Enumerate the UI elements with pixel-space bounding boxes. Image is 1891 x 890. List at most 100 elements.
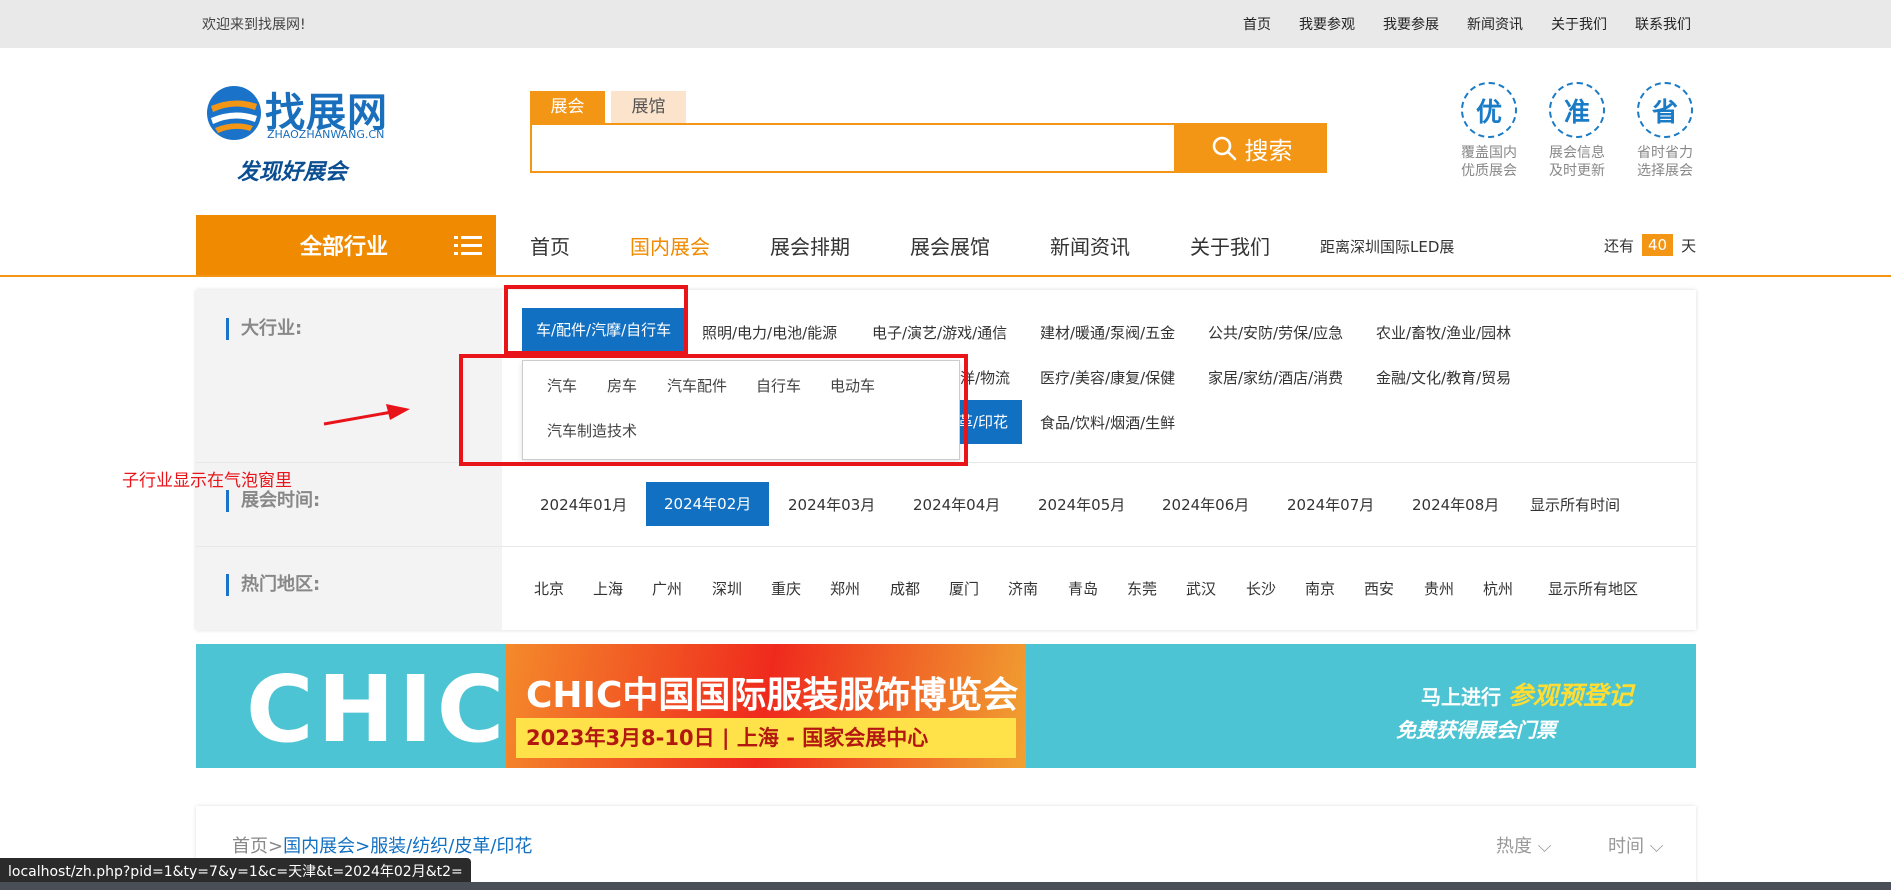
banner-cta-sub: 免费获得展会门票 bbox=[1396, 718, 1556, 742]
industry-label: 大行业: bbox=[226, 318, 302, 340]
region-item[interactable]: 长沙 bbox=[1246, 578, 1276, 599]
badge-save-line1: 省时省力 bbox=[1637, 145, 1693, 161]
main-nav: 首页 国内展会 展会排期 展会展馆 新闻资讯 关于我们 bbox=[530, 215, 1330, 275]
search-tabs: 展会 展馆 bbox=[530, 91, 686, 123]
list-menu-icon bbox=[454, 236, 482, 255]
banner-date-venue: 2023年3月8-10日 | 上海 - 国家会展中心 bbox=[526, 726, 929, 750]
badge-accurate-icon: 准 bbox=[1549, 82, 1605, 138]
badge-save-line2: 选择展会 bbox=[1637, 163, 1693, 179]
top-link-news[interactable]: 新闻资讯 bbox=[1467, 14, 1523, 34]
nav-about[interactable]: 关于我们 bbox=[1190, 231, 1270, 260]
annotation-text: 子行业显示在气泡窗里 bbox=[122, 471, 292, 491]
industry-home[interactable]: 家居/家纺/酒店/消费 bbox=[1208, 367, 1343, 388]
bottom-edge bbox=[0, 882, 1891, 890]
nav-home[interactable]: 首页 bbox=[530, 231, 570, 260]
browser-status-bar: localhost/zh.php?pid=1&ty=7&y=1&c=天津&t=2… bbox=[0, 858, 471, 882]
sort-time[interactable]: 时间 ⌵ bbox=[1608, 832, 1663, 858]
top-link-visit[interactable]: 我要参观 bbox=[1299, 14, 1355, 34]
industry-public-safety[interactable]: 公共/安防/劳保/应急 bbox=[1208, 322, 1343, 343]
feature-badges: 优 覆盖国内 优质展会 准 展会信息 及时更新 省 省时省力 选择展会 bbox=[1460, 82, 1694, 180]
breadcrumb-domestic[interactable]: 国内展会> bbox=[283, 832, 370, 858]
search-button-label: 搜索 bbox=[1244, 136, 1293, 165]
region-item[interactable]: 深圳 bbox=[712, 578, 742, 599]
sort-time-label: 时间 bbox=[1608, 836, 1644, 857]
badge-accurate-line1: 展会信息 bbox=[1549, 145, 1605, 161]
banner-cta-prefix: 马上进行 bbox=[1421, 685, 1501, 709]
region-item[interactable]: 重庆 bbox=[771, 578, 801, 599]
badge-save-icon: 省 bbox=[1637, 82, 1693, 138]
month-2024-01[interactable]: 2024年01月 bbox=[540, 494, 627, 515]
search-icon bbox=[1212, 136, 1236, 161]
region-item[interactable]: 西安 bbox=[1364, 578, 1394, 599]
annotation-box-industry bbox=[504, 285, 688, 355]
region-item[interactable]: 郑州 bbox=[830, 578, 860, 599]
region-all[interactable]: 显示所有地区 bbox=[1548, 578, 1638, 599]
days-suffix: 天 bbox=[1681, 236, 1697, 255]
logo-slogan: 发现好展会 bbox=[237, 159, 348, 185]
countdown-text[interactable]: 距离深圳国际LED展 bbox=[1320, 236, 1454, 257]
time-label: 展会时间: bbox=[226, 490, 320, 512]
search-tab-venue[interactable]: 展馆 bbox=[611, 91, 686, 123]
region-item[interactable]: 南京 bbox=[1305, 578, 1335, 599]
banner-cta: 马上进行 参观预登记 bbox=[1421, 676, 1633, 712]
month-2024-07[interactable]: 2024年07月 bbox=[1287, 494, 1374, 515]
region-item[interactable]: 厦门 bbox=[949, 578, 979, 599]
badge-quality-line1: 覆盖国内 bbox=[1461, 145, 1517, 161]
industry-building[interactable]: 建材/暖通/泵阀/五金 bbox=[1040, 322, 1175, 343]
region-item[interactable]: 贵州 bbox=[1424, 578, 1454, 599]
industry-medical[interactable]: 医疗/美容/康复/保健 bbox=[1040, 367, 1175, 388]
nav-domestic-exhibitions[interactable]: 国内展会 bbox=[630, 231, 710, 260]
annotation-box-popup bbox=[459, 354, 968, 466]
month-2024-03[interactable]: 2024年03月 bbox=[788, 494, 875, 515]
ad-banner[interactable]: CHIC CHIC中国国际服装服饰博览会 2023年3月8-10日 | 上海 -… bbox=[196, 644, 1696, 768]
nav-schedule[interactable]: 展会排期 bbox=[770, 231, 850, 260]
nav-venues[interactable]: 展会展馆 bbox=[910, 231, 990, 260]
region-item[interactable]: 杭州 bbox=[1483, 578, 1513, 599]
badge-quality-icon: 优 bbox=[1461, 82, 1517, 138]
month-2024-06[interactable]: 2024年06月 bbox=[1162, 494, 1249, 515]
month-2024-02[interactable]: 2024年02月 bbox=[646, 482, 770, 526]
nav-underline bbox=[0, 275, 1891, 277]
search-button[interactable]: 搜索 bbox=[1176, 123, 1327, 173]
month-2024-05[interactable]: 2024年05月 bbox=[1038, 494, 1125, 515]
breadcrumb-home[interactable]: 首页> bbox=[232, 832, 283, 858]
site-logo[interactable]: 找展网 ZHAOZHANWANG.CN 发现好展会 bbox=[205, 80, 405, 190]
industry-agriculture[interactable]: 农业/畜牧/渔业/园林 bbox=[1376, 322, 1511, 343]
days-prefix: 还有 bbox=[1604, 236, 1635, 255]
logo-domain: ZHAOZHANWANG.CN bbox=[267, 128, 385, 141]
region-item[interactable]: 青岛 bbox=[1068, 578, 1098, 599]
region-item[interactable]: 上海 bbox=[593, 578, 623, 599]
industry-finance[interactable]: 金融/文化/教育/贸易 bbox=[1376, 367, 1511, 388]
top-links: 首页 我要参观 我要参展 新闻资讯 关于我们 联系我们 bbox=[1243, 14, 1691, 34]
month-all[interactable]: 显示所有时间 bbox=[1530, 494, 1620, 515]
badge-save: 省 省时省力选择展会 bbox=[1636, 82, 1694, 180]
search-tab-exhibition[interactable]: 展会 bbox=[530, 91, 605, 123]
month-2024-08[interactable]: 2024年08月 bbox=[1412, 494, 1499, 515]
month-2024-04[interactable]: 2024年04月 bbox=[913, 494, 1000, 515]
region-item[interactable]: 东莞 bbox=[1127, 578, 1157, 599]
region-item[interactable]: 北京 bbox=[534, 578, 564, 599]
annotation-arrow-icon bbox=[323, 404, 410, 426]
top-link-contact[interactable]: 联系我们 bbox=[1635, 14, 1691, 34]
search-input[interactable] bbox=[530, 123, 1176, 173]
region-item[interactable]: 成都 bbox=[890, 578, 920, 599]
region-item[interactable]: 广州 bbox=[652, 578, 682, 599]
welcome-text: 欢迎来到找展网! bbox=[202, 17, 306, 33]
all-industries-button[interactable]: 全部行业 bbox=[196, 215, 496, 275]
industry-lighting[interactable]: 照明/电力/电池/能源 bbox=[702, 322, 837, 343]
top-link-exhibit[interactable]: 我要参展 bbox=[1383, 14, 1439, 34]
industry-food[interactable]: 食品/饮料/烟酒/生鲜 bbox=[1040, 412, 1175, 433]
banner-title: CHIC中国国际服装服饰博览会 bbox=[526, 675, 1019, 716]
top-link-home[interactable]: 首页 bbox=[1243, 14, 1271, 34]
sort-heat[interactable]: 热度 ⌵ bbox=[1496, 832, 1551, 858]
badge-accurate-line2: 及时更新 bbox=[1549, 163, 1605, 179]
industry-electronics[interactable]: 电子/演艺/游戏/通信 bbox=[872, 322, 1007, 343]
nav-news[interactable]: 新闻资讯 bbox=[1050, 231, 1130, 260]
region-item[interactable]: 济南 bbox=[1008, 578, 1038, 599]
top-link-about[interactable]: 关于我们 bbox=[1551, 14, 1607, 34]
logo-globe-icon bbox=[207, 86, 261, 140]
badge-accurate: 准 展会信息及时更新 bbox=[1548, 82, 1606, 180]
breadcrumb-category[interactable]: 服装/纺织/皮革/印花 bbox=[370, 832, 532, 858]
chevron-down-icon: ⌵ bbox=[1649, 836, 1664, 857]
region-item[interactable]: 武汉 bbox=[1186, 578, 1216, 599]
